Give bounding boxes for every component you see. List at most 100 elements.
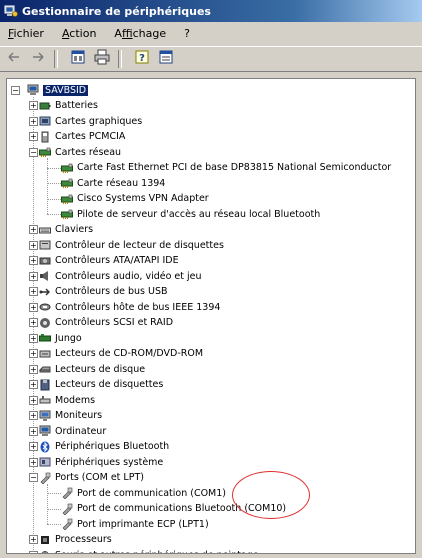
expand-button[interactable]: +	[29, 302, 38, 312]
tree-category[interactable]: Cartes PCMCIA	[39, 130, 125, 144]
disk-drive-icon	[39, 366, 51, 373]
expand-button[interactable]: +	[29, 364, 38, 374]
ide-controller-icon	[39, 257, 51, 264]
tree-category[interactable]: Contrôleurs de bus USB	[39, 285, 168, 299]
menu-item-0[interactable]: Fichier	[8, 27, 44, 40]
toolbar: ?	[0, 46, 422, 72]
floppy-drive-icon	[40, 379, 50, 390]
expand-button[interactable]: +	[29, 101, 38, 110]
mouse-icon	[41, 551, 49, 553]
battery-icon	[39, 102, 51, 109]
tree-category[interactable]: Batteries	[39, 99, 98, 113]
tree-connector-line	[47, 214, 61, 215]
menu-item-1[interactable]: Action	[62, 27, 96, 40]
expand-button[interactable]: +	[29, 256, 38, 265]
menu-item-3[interactable]: ?	[184, 27, 190, 40]
expand-button[interactable]: +	[29, 287, 38, 296]
tree-connector-line	[47, 158, 48, 214]
ieee1394-icon	[39, 303, 51, 311]
expand-button[interactable]: +	[29, 550, 38, 553]
tree-item-label: Moniteurs	[55, 410, 103, 421]
computer-icon	[39, 425, 51, 436]
tree-category[interactable]: Périphériques Bluetooth	[39, 440, 169, 454]
tree-category[interactable]: Souris et autres périphériques de pointa…	[39, 548, 259, 553]
tree-category[interactable]: Lecteurs de CD-ROM/DVD-ROM	[39, 347, 203, 361]
tree-connector-line	[47, 167, 61, 169]
expand-button[interactable]: +	[29, 380, 38, 389]
audio-icon	[40, 271, 48, 281]
tree-category[interactable]: Contrôleurs SCSI et RAID	[39, 316, 173, 330]
title-bar: Gestionnaire de périphériques	[0, 0, 422, 22]
tree-category[interactable]: Contrôleurs ATA/ATAPI IDE	[39, 254, 179, 268]
help-button[interactable]: ?	[132, 49, 152, 69]
expand-button[interactable]: +	[29, 349, 38, 358]
expand-button[interactable]: +	[29, 426, 38, 436]
tree-connector-line	[47, 183, 61, 184]
tree-device[interactable]: Port de communications Bluetooth (COM10)	[61, 502, 286, 516]
tree-category[interactable]: Modems	[39, 393, 95, 407]
tree-category[interactable]: Jungo	[39, 331, 82, 345]
tree-item-label: Ordinateur	[55, 425, 107, 437]
collapse-button[interactable]: −	[11, 85, 20, 95]
tree-device[interactable]: Port imprimante ECP (LPT1)	[61, 517, 209, 531]
tree-device[interactable]: Pilote de serveur d'accès au réseau loca…	[61, 207, 320, 221]
device-tree[interactable]: SAVBSID − Batteries + Cartes graphiques + Cart…	[6, 78, 416, 554]
window-title: Gestionnaire de périphériques	[22, 4, 211, 18]
forward-button[interactable]	[28, 49, 48, 69]
expand-button[interactable]: +	[29, 411, 38, 420]
tree-category[interactable]: Ordinateur	[39, 424, 106, 438]
tree-item-label: Périphériques système	[55, 456, 164, 468]
expand-button[interactable]: +	[29, 225, 38, 234]
expand-button[interactable]: +	[29, 395, 38, 405]
tree-category[interactable]: Périphériques système	[39, 455, 163, 469]
tree-device[interactable]: Carte réseau 1394	[61, 176, 165, 190]
tree-category[interactable]: Contrôleur de lecteur de disquettes	[39, 238, 224, 252]
tree-item-label: Carte réseau 1394	[77, 177, 166, 189]
tree-device[interactable]: Cisco Systems VPN Adapter	[61, 192, 209, 206]
expand-button[interactable]: +	[29, 318, 38, 327]
back-button[interactable]	[4, 49, 24, 69]
tree-item-label: Port de communication (COM1)	[77, 487, 226, 499]
computer-icon	[27, 84, 39, 95]
tree-item-label: Claviers	[55, 224, 94, 235]
menu-bar: Fichier Action Affichage?	[0, 23, 422, 43]
expand-button[interactable]: +	[29, 442, 38, 451]
tree-category[interactable]: Processeurs	[39, 533, 112, 547]
menu-item-2[interactable]: Affichage	[114, 27, 166, 40]
tree-device[interactable]: Port de communication (COM1)	[61, 486, 226, 500]
properties-button[interactable]	[156, 49, 176, 69]
tree-connector-line	[47, 198, 61, 200]
tree-root[interactable]: SAVBSID	[27, 83, 89, 97]
toolbar-separator	[54, 50, 58, 68]
expand-button[interactable]: +	[29, 271, 38, 281]
tree-item-label: Contrôleurs ATA/ATAPI IDE	[55, 255, 179, 266]
expand-button[interactable]: +	[29, 535, 38, 544]
tree-category[interactable]: Ports (COM et LPT)	[39, 471, 144, 485]
collapse-button[interactable]: −	[29, 147, 38, 157]
tree-category[interactable]: Lecteurs de disquettes	[39, 378, 163, 392]
tree-category[interactable]: Contrôleurs hôte de bus IEEE 1394	[39, 300, 220, 314]
print-button[interactable]	[92, 49, 112, 69]
tree-item-label: Pilote de serveur d'accès au réseau loca…	[77, 208, 321, 220]
tree-category[interactable]: Moniteurs	[39, 409, 102, 423]
expand-button[interactable]: +	[29, 116, 38, 126]
jungo-icon	[39, 334, 51, 342]
tree-category[interactable]: Claviers	[39, 223, 93, 237]
tree-category[interactable]: Lecteurs de disque	[39, 362, 145, 376]
cdrom-icon	[39, 350, 51, 357]
expand-button[interactable]: +	[29, 333, 38, 343]
usb-icon	[39, 288, 50, 295]
expand-button[interactable]: +	[29, 132, 38, 141]
collapse-button[interactable]: −	[29, 473, 38, 482]
expand-button[interactable]: +	[29, 457, 38, 467]
tree-device[interactable]: Carte Fast Ethernet PCI de base DP83815 …	[61, 161, 391, 175]
pcmcia-icon	[41, 131, 49, 142]
tree-category[interactable]: Cartes graphiques	[39, 114, 142, 128]
tree-category[interactable]: Contrôleurs audio, vidéo et jeu	[39, 269, 202, 283]
processor-icon	[41, 535, 49, 544]
expand-button[interactable]: +	[29, 240, 38, 250]
tree-category[interactable]: Cartes réseau	[39, 145, 121, 159]
tree-root-label: SAVBSID	[43, 84, 89, 96]
forward-icon	[30, 49, 46, 69]
view-button[interactable]	[68, 49, 88, 69]
